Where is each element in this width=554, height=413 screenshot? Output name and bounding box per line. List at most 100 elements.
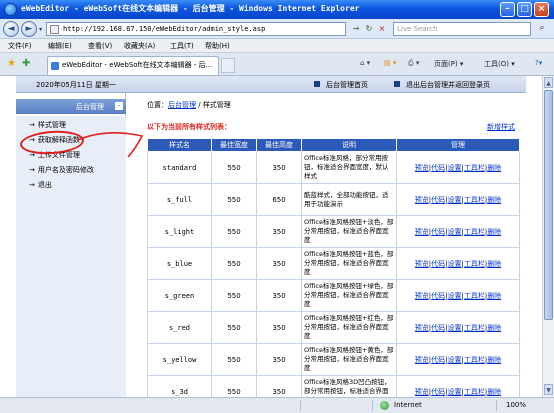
minimize-button[interactable]: – [500, 2, 515, 17]
back-button[interactable]: ◄ [3, 21, 19, 37]
menu-tools[interactable]: 工具(T) [170, 41, 194, 51]
settings-link[interactable]: 设置 [448, 388, 462, 396]
style-name-cell: standard [147, 151, 212, 184]
preview-link[interactable]: 预览 [415, 388, 429, 396]
collapse-toggle[interactable]: - [115, 102, 123, 110]
close-button[interactable]: × [534, 2, 549, 17]
style-name-cell: s_yellow [147, 343, 212, 376]
scroll-down-icon[interactable]: ▼ [544, 384, 553, 395]
scroll-up-icon[interactable]: ▲ [544, 77, 553, 88]
sidebar-item-style-manage[interactable]: → 样式管理 [29, 120, 66, 130]
refresh-icon[interactable]: ↻ [363, 23, 375, 35]
code-link[interactable]: 代码 [431, 196, 445, 204]
zoom-level[interactable]: 100% [506, 401, 526, 409]
style-name-cell: s_light [147, 215, 212, 248]
go-icon[interactable]: → [350, 23, 362, 35]
delete-link[interactable]: 删除 [487, 260, 501, 268]
help-icon[interactable]: ?▾ [535, 59, 542, 67]
table-row: s_red 550 350 Office标准风格按钮+红色，部分常用按钮，标准适合界面… [147, 311, 520, 344]
preview-link[interactable]: 预览 [415, 324, 429, 332]
best-width-cell: 550 [211, 247, 257, 280]
code-link[interactable]: 代码 [431, 388, 445, 396]
code-link[interactable]: 代码 [431, 260, 445, 268]
best-width-cell: 550 [211, 375, 257, 397]
status-divider [372, 400, 373, 411]
toolbar-link[interactable]: 工具栏 [464, 292, 485, 300]
settings-link[interactable]: 设置 [448, 196, 462, 204]
logout-link[interactable]: 退出后台管理并返回登录页 [406, 80, 490, 90]
settings-link[interactable]: 设置 [448, 356, 462, 364]
toolbar-link[interactable]: 工具栏 [464, 356, 485, 364]
search-input[interactable]: Live Search [393, 22, 531, 36]
preview-link[interactable]: 预览 [415, 164, 429, 172]
settings-link[interactable]: 设置 [448, 164, 462, 172]
preview-link[interactable]: 预览 [415, 196, 429, 204]
sidebar-item-password[interactable]: → 用户名及密码修改 [29, 165, 94, 175]
toolbar-link[interactable]: 工具栏 [464, 388, 485, 396]
delete-link[interactable]: 删除 [487, 388, 501, 396]
code-link[interactable]: 代码 [431, 324, 445, 332]
settings-link[interactable]: 设置 [448, 260, 462, 268]
settings-link[interactable]: 设置 [448, 228, 462, 236]
toolbar-link[interactable]: 工具栏 [464, 324, 485, 332]
code-link[interactable]: 代码 [431, 356, 445, 364]
toolbar-link[interactable]: 工具栏 [464, 196, 485, 204]
page-header: 2020年05月11日 星期一 后台管理首页 退出后台管理并返回登录页 [16, 76, 526, 93]
feeds-icon[interactable]: ▤ ▾ [384, 59, 396, 67]
maximize-button[interactable]: □ [517, 2, 532, 17]
preview-link[interactable]: 预览 [415, 260, 429, 268]
toolbar-link[interactable]: 工具栏 [464, 228, 485, 236]
manage-cell: 预览|代码|设置|工具栏|删除 [396, 375, 520, 397]
code-link[interactable]: 代码 [431, 164, 445, 172]
breadcrumb-home-link[interactable]: 后台管理 [168, 101, 196, 109]
menu-view[interactable]: 查看(V) [88, 41, 112, 51]
new-style-link[interactable]: 新增样式 [487, 122, 515, 132]
preview-link[interactable]: 预览 [415, 356, 429, 364]
stop-icon[interactable]: × [376, 23, 388, 35]
delete-link[interactable]: 删除 [487, 196, 501, 204]
preview-link[interactable]: 预览 [415, 228, 429, 236]
bullet-icon [394, 81, 400, 87]
table-row: s_blue 550 350 Office标准风格按钮+蓝色，部分常用按钮，标准适合界… [147, 247, 520, 280]
delete-link[interactable]: 删除 [487, 228, 501, 236]
preview-link[interactable]: 预览 [415, 292, 429, 300]
new-tab-button[interactable] [221, 58, 235, 73]
sidebar-item-exit[interactable]: → 退出 [29, 180, 52, 190]
best-width-cell: 550 [211, 183, 257, 216]
add-favorite-icon[interactable]: ✚ [22, 58, 30, 69]
admin-home-link[interactable]: 后台管理首页 [326, 80, 368, 90]
menu-help[interactable]: 帮助(H) [205, 41, 230, 51]
code-link[interactable]: 代码 [431, 228, 445, 236]
home-icon[interactable]: ⌂ ▾ [360, 59, 370, 67]
menu-edit[interactable]: 编辑(E) [48, 41, 72, 51]
address-input[interactable]: http://192.168.67.150/eWebEditor/admin_s… [46, 22, 346, 36]
delete-link[interactable]: 删除 [487, 164, 501, 172]
settings-link[interactable]: 设置 [448, 324, 462, 332]
search-icon[interactable]: ⌕ [535, 22, 549, 36]
tab-active[interactable]: eWebEditor - eWebSoft在线文本编辑器 - 后... [47, 56, 219, 75]
page-icon [50, 25, 59, 34]
code-link[interactable]: 代码 [431, 292, 445, 300]
delete-link[interactable]: 删除 [487, 292, 501, 300]
forward-button[interactable]: ► [21, 21, 37, 37]
description-cell: Office标准风格按钮+绿色，部分常用按钮，标准适合界面宽度 [301, 279, 397, 312]
menu-favorites[interactable]: 收藏夹(A) [124, 41, 155, 51]
page-menu[interactable]: 页面(P) ▾ [434, 59, 463, 69]
print-icon[interactable]: ⎙ ▾ [408, 59, 419, 68]
best-height-cell: 350 [256, 279, 302, 312]
page-viewport: 2020年05月11日 星期一 后台管理首页 退出后台管理并返回登录页 后台管理… [0, 76, 542, 397]
delete-link[interactable]: 删除 [487, 324, 501, 332]
tools-menu[interactable]: 工具(O) ▾ [484, 59, 515, 69]
section-heading: 以下为当前所有样式列表： [147, 123, 231, 131]
toolbar-link[interactable]: 工具栏 [464, 164, 485, 172]
current-date: 2020年05月11日 星期一 [36, 81, 116, 89]
scroll-thumb[interactable] [544, 90, 553, 320]
col-header-desc: 说明 [301, 138, 397, 152]
favorites-star-icon[interactable]: ★ [7, 58, 16, 69]
toolbar-link[interactable]: 工具栏 [464, 260, 485, 268]
delete-link[interactable]: 删除 [487, 356, 501, 364]
vertical-scrollbar[interactable]: ▲ ▼ [542, 76, 554, 397]
menu-file[interactable]: 文件(F) [8, 41, 32, 51]
settings-link[interactable]: 设置 [448, 292, 462, 300]
history-dropdown-icon[interactable]: ▾ [39, 26, 42, 33]
